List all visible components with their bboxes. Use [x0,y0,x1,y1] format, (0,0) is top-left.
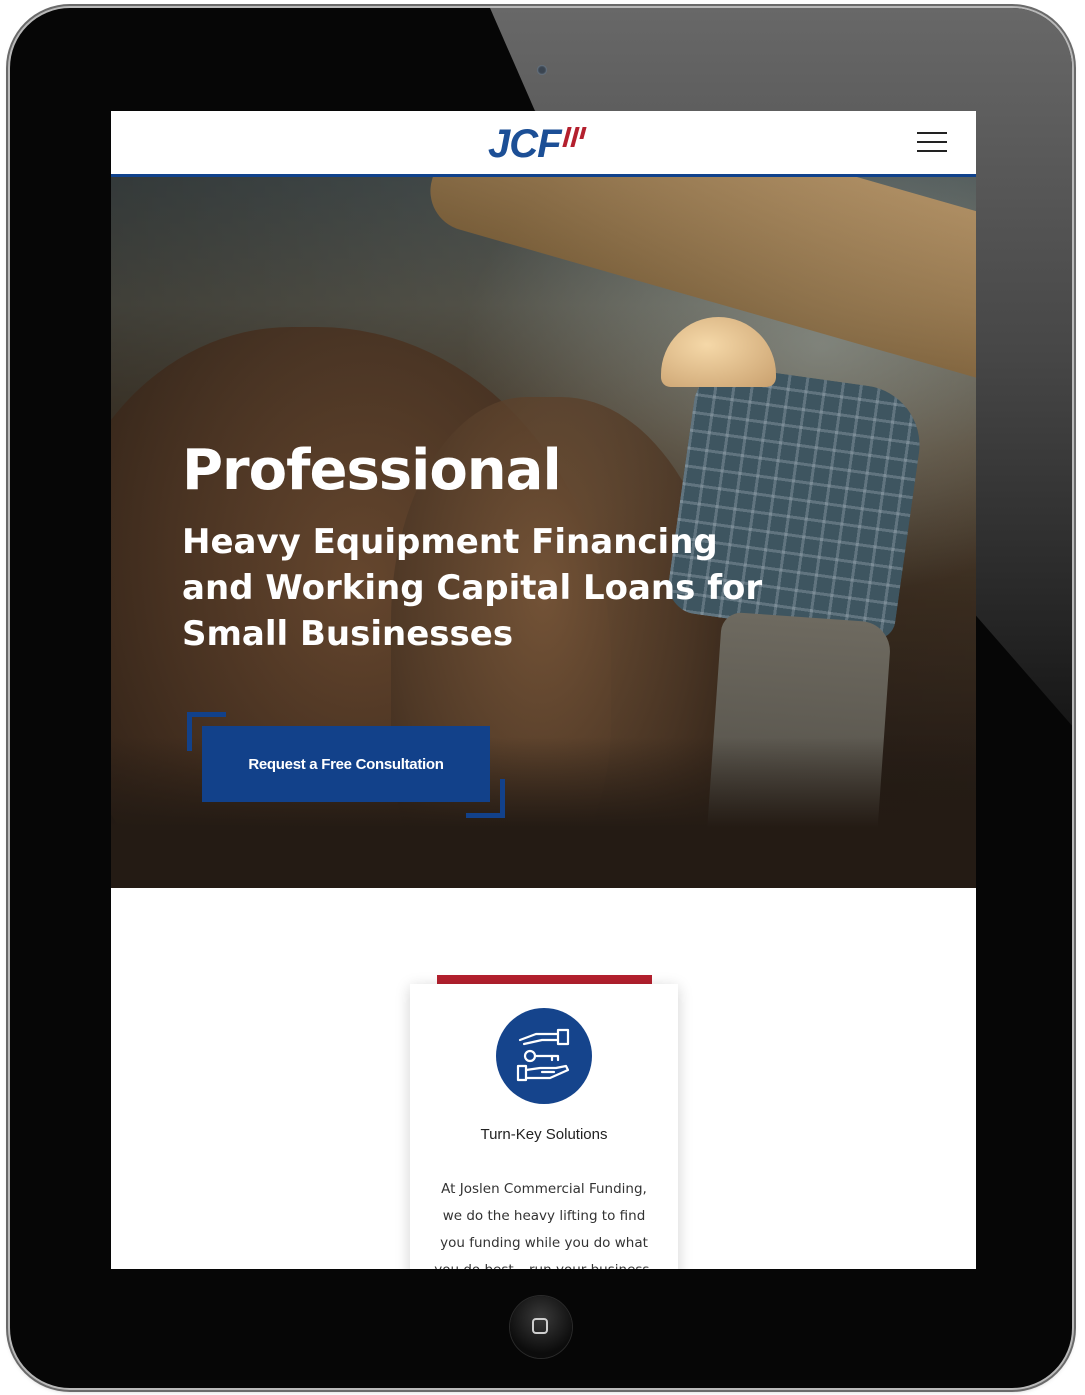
hamburger-menu-icon[interactable] [917,130,947,154]
feature-card: Turn-Key Solutions At Joslen Commercial … [410,984,678,1269]
site-header: JCF [111,111,976,177]
jcf-logo[interactable]: JCF [488,123,593,165]
cta-wrapper: Request a Free Consultation [187,712,505,818]
card-title: Turn-Key Solutions [480,1126,608,1143]
logo-marks-icon [561,127,593,157]
home-button[interactable] [510,1296,572,1358]
key-handoff-icon [496,1008,592,1104]
front-camera [537,65,547,75]
request-consultation-button[interactable]: Request a Free Consultation [202,726,490,802]
logo-text: JCF [488,122,562,166]
hero-heading: Professional [182,438,562,503]
hero-subheading: Heavy Equipment Financing and Working Ca… [182,522,763,654]
card-text: At Joslen Commercial Funding, we do the … [434,1181,653,1269]
hero-section: Professional Heavy Equipment Financing a… [111,177,976,888]
browser-viewport: JCF Professional Heavy Equipment Financi… [111,111,976,1269]
